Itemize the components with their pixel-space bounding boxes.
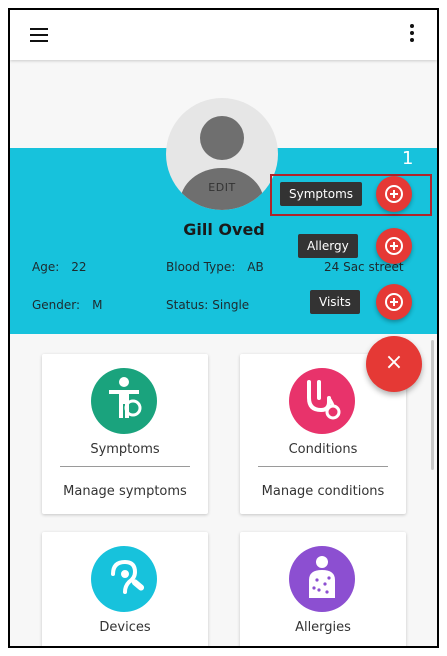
speed-dial-label-visits[interactable]: Visits <box>310 290 360 314</box>
close-speed-dial-button[interactable]: × <box>366 336 422 392</box>
symptoms-card[interactable]: Symptoms Manage symptoms <box>42 354 208 514</box>
step-number: 1 <box>402 148 414 169</box>
avatar-head <box>200 116 244 160</box>
speed-dial-label-symptoms[interactable]: Symptoms <box>280 182 363 206</box>
devices-card[interactable]: Devices <box>42 532 208 646</box>
allergies-card-title: Allergies <box>295 620 351 635</box>
top-app-bar <box>10 10 437 60</box>
card-divider <box>258 466 388 467</box>
add-visit-button[interactable] <box>376 284 412 320</box>
add-allergy-button[interactable] <box>376 228 412 264</box>
gender-label: Gender: <box>32 298 81 312</box>
status-info: Status: Single <box>166 298 249 312</box>
symptoms-icon <box>91 368 157 434</box>
add-circle-icon <box>385 237 403 255</box>
devices-card-title: Devices <box>99 620 151 635</box>
kebab-menu-icon[interactable] <box>409 24 415 46</box>
allergies-card[interactable]: Allergies <box>240 532 406 646</box>
symptoms-card-title: Symptoms <box>90 442 160 457</box>
card-divider <box>60 466 190 467</box>
speed-dial-label-allergy[interactable]: Allergy <box>298 234 358 258</box>
app-frame: EDIT Gill Oved Age: 22 Blood Type: AB 24 S… <box>8 8 439 648</box>
status-label: Status: <box>166 298 209 312</box>
add-circle-icon <box>385 293 403 311</box>
hamburger-icon[interactable] <box>30 28 48 42</box>
blood-type-label: Blood Type: <box>166 260 236 274</box>
hearing-device-icon <box>91 546 157 612</box>
blood-type-value: AB <box>247 260 264 274</box>
status-value: Single <box>212 298 250 312</box>
add-symptom-button[interactable] <box>376 176 412 212</box>
age-value: 22 <box>71 260 87 274</box>
manage-symptoms-link[interactable]: Manage symptoms <box>42 484 208 499</box>
manage-conditions-link[interactable]: Manage conditions <box>240 484 406 499</box>
add-circle-icon <box>385 185 403 203</box>
stethoscope-icon <box>289 368 355 434</box>
profile-name: Gill Oved <box>183 220 265 239</box>
allergy-body-icon <box>289 546 355 612</box>
gender-value: M <box>92 298 103 312</box>
conditions-card-title: Conditions <box>288 442 358 457</box>
blood-type-info: Blood Type: AB <box>166 260 264 274</box>
age-label: Age: <box>32 260 60 274</box>
gender-info: Gender: M <box>32 298 102 312</box>
edit-avatar-label[interactable]: EDIT <box>166 181 278 194</box>
age-info: Age: 22 <box>32 260 87 274</box>
scrollbar[interactable] <box>431 340 434 470</box>
